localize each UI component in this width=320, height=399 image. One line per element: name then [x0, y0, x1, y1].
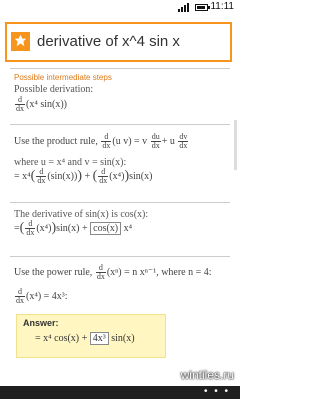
- search-input[interactable]: derivative of x^4 sin x: [37, 33, 180, 50]
- equation-1: = x⁴(d dx (sin(x))) + (d dx (x⁴))sin(x): [14, 167, 153, 185]
- status-time: 11:11: [210, 1, 234, 12]
- power-rule-line: Use the power rule, d dx (xⁿ) = n xⁿ⁻¹, wh…: [14, 263, 212, 281]
- derivative-sin-text: The derivative of sin(x) is cos(x):: [14, 209, 149, 220]
- answer-box: Answer: = x⁴ cos(x) + 4x³ sin(x): [16, 314, 166, 358]
- wolfram-alpha-logo-icon: [11, 32, 30, 51]
- app-bar[interactable]: • • •: [0, 386, 240, 399]
- divider: [10, 202, 230, 203]
- divider: [10, 124, 230, 125]
- product-rule-line: Use the product rule, d dx (u v) = v du dx +…: [14, 132, 189, 150]
- status-bar: 11:11: [0, 0, 240, 16]
- divider: [10, 68, 230, 69]
- signal-icon: [178, 3, 190, 12]
- results-content[interactable]: Possible intermediate steps Possible der…: [0, 66, 240, 386]
- equation-2: =(d dx (x⁴))sin(x) + cos(x) x⁴: [14, 219, 133, 237]
- answer-label: Answer:: [23, 318, 59, 328]
- search-bar[interactable]: derivative of x^4 sin x: [5, 22, 232, 62]
- watermark-text: wintiles.ru: [180, 368, 234, 382]
- more-dots-icon[interactable]: • • •: [204, 387, 230, 397]
- expression-line: d dx (x⁴ sin(x)): [15, 95, 67, 113]
- divider: [10, 256, 230, 257]
- steps-heading: Possible intermediate steps: [14, 73, 112, 82]
- battery-icon: [195, 4, 210, 11]
- possible-derivation-label: Possible derivation:: [14, 84, 94, 95]
- answer-expression: = x⁴ cos(x) + 4x³ sin(x): [35, 332, 135, 345]
- scrollbar[interactable]: [234, 120, 237, 170]
- equation-3: d dx (x⁴) = 4x³:: [15, 287, 68, 305]
- where-line: where u = x⁴ and v = sin(x):: [14, 157, 127, 168]
